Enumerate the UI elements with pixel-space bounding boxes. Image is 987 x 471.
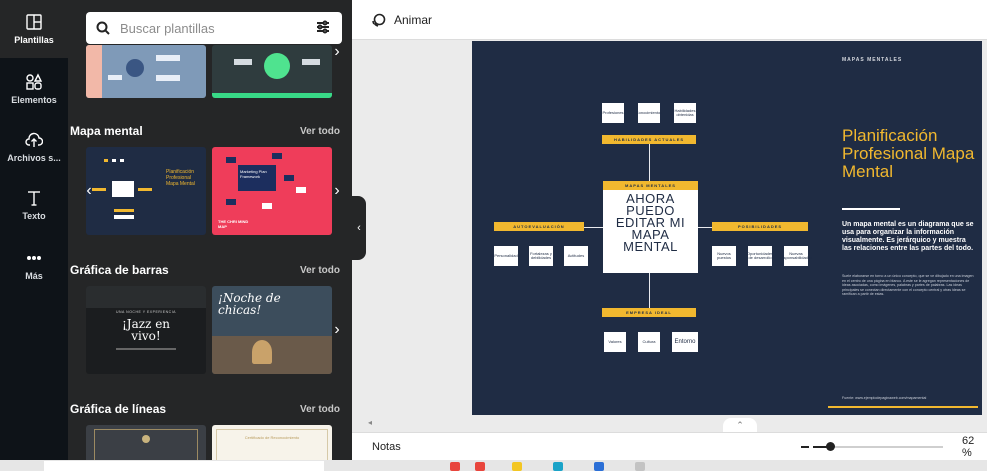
node-box[interactable]: Actitudes bbox=[564, 246, 588, 266]
taskbar-search[interactable] bbox=[44, 461, 324, 471]
branch-label[interactable]: EMPRESA IDEAL bbox=[602, 308, 696, 317]
top-toolbar: Animar bbox=[352, 0, 987, 40]
rail-item-label: Archivos s... bbox=[7, 153, 61, 163]
thumbnail-title: Marketing Plan Framework bbox=[240, 169, 267, 179]
template-thumbnail[interactable] bbox=[212, 45, 332, 98]
animate-label: Animar bbox=[394, 12, 433, 27]
template-thumbnail[interactable] bbox=[86, 45, 206, 98]
search-input[interactable] bbox=[120, 20, 316, 36]
search-icon bbox=[96, 21, 110, 35]
see-all-link[interactable]: Ver todo bbox=[300, 404, 340, 415]
node-box[interactable]: Personalidad bbox=[494, 246, 518, 266]
zoom-level[interactable]: 62 % bbox=[962, 435, 987, 459]
doc-description[interactable]: Un mapa mental es un diagrama que se usa… bbox=[842, 221, 974, 253]
node-box[interactable]: Nuevas responsabilidades bbox=[780, 246, 812, 266]
rail-item-label: Más bbox=[25, 271, 43, 281]
carousel-next-icon[interactable]: › bbox=[330, 181, 344, 201]
bottom-bar: Notas 62 % bbox=[352, 432, 987, 460]
rail-item-elements[interactable]: Elementos bbox=[0, 60, 68, 118]
rail-item-more[interactable]: Más bbox=[0, 236, 68, 294]
node-box[interactable]: Habilidades obtenidas bbox=[674, 103, 696, 123]
node-box[interactable]: Entorno bbox=[672, 332, 698, 352]
section-header: Mapa mental Ver todo bbox=[70, 124, 340, 138]
text-icon bbox=[25, 189, 43, 207]
node-box[interactable]: Oportunidades de desarrollo bbox=[747, 246, 773, 266]
section-title: Gráfica de barras bbox=[70, 263, 169, 277]
thumbnail-title: Certificado de Reconocimiento bbox=[244, 435, 300, 440]
section-header: Gráfica de barras Ver todo bbox=[70, 263, 340, 277]
rail-item-label: Plantillas bbox=[14, 35, 54, 45]
node-box[interactable]: Fortalezas y debilidades bbox=[529, 246, 553, 266]
template-thumbnail-night[interactable]: ¡Noche de chicas! bbox=[212, 286, 332, 374]
thumbnail-title: ¡Noche de chicas! bbox=[218, 291, 281, 317]
section-title: Mapa mental bbox=[70, 124, 143, 138]
search-bar bbox=[86, 12, 342, 44]
rail-item-text[interactable]: Texto bbox=[0, 176, 68, 234]
doc-title[interactable]: Planificación Profesional Mapa Mental bbox=[842, 127, 977, 181]
center-text-line: MENTAL bbox=[623, 239, 678, 254]
carousel-prev-icon[interactable]: ‹ bbox=[82, 181, 96, 201]
zoom-minus-icon bbox=[801, 446, 809, 448]
section-title: Gráfica de líneas bbox=[70, 402, 167, 416]
rail-item-label: Texto bbox=[22, 211, 46, 221]
branch-label[interactable]: AUTOEVALUACIÓN bbox=[494, 222, 584, 231]
taskbar-app-icon[interactable] bbox=[635, 462, 645, 471]
carousel-next-icon[interactable]: › bbox=[330, 42, 344, 62]
taskbar-app-icon[interactable] bbox=[553, 462, 563, 471]
thumbnail-footer: THE CHRI MIND MAP bbox=[218, 219, 249, 229]
chevron-up-icon[interactable]: ⌃ bbox=[723, 418, 757, 432]
rail-item-label: Elementos bbox=[11, 95, 57, 105]
collapse-panel-handle[interactable]: ‹ bbox=[352, 196, 366, 260]
rail-item-uploads[interactable]: Archivos s... bbox=[0, 118, 68, 176]
taskbar-app-icon[interactable] bbox=[594, 462, 604, 471]
notes-button[interactable]: Notas bbox=[372, 441, 401, 453]
zoom-slider-handle[interactable] bbox=[826, 442, 836, 451]
canvas-area: Profesiones Conocimientos Habilidades ob… bbox=[366, 40, 987, 418]
branch-label[interactable]: HABILIDADES ACTUALES bbox=[602, 135, 696, 144]
template-thumbnail-jazz[interactable]: UNA NOCHE Y EXPERIENCIA ¡Jazz en vivo! bbox=[86, 286, 206, 374]
section-header: Gráfica de líneas Ver todo bbox=[70, 402, 340, 416]
taskbar-app-icon[interactable] bbox=[475, 462, 485, 471]
see-all-link[interactable]: Ver todo bbox=[300, 265, 340, 276]
node-box[interactable]: Valores bbox=[604, 332, 626, 352]
divider bbox=[828, 406, 978, 408]
doc-source[interactable]: Fuente: www.ejemplodepaginaweb.com/mapam… bbox=[842, 396, 972, 400]
center-text[interactable]: AHORA PUEDO EDITAR MI MAPA MENTAL bbox=[603, 192, 698, 254]
thumbnail-kicker: UNA NOCHE Y EXPERIENCIA bbox=[116, 310, 176, 314]
rail-item-templates[interactable]: Plantillas bbox=[0, 0, 68, 58]
templates-icon bbox=[25, 13, 43, 31]
scroll-left-icon[interactable]: ◂ bbox=[368, 418, 372, 427]
doc-header-label[interactable]: MAPAS MENTALES bbox=[842, 57, 902, 63]
see-all-link[interactable]: Ver todo bbox=[300, 126, 340, 137]
template-thumbnail-mind-map[interactable]: Planificación Profesional Mapa Mental bbox=[86, 147, 206, 235]
design-page[interactable]: Profesiones Conocimientos Habilidades ob… bbox=[472, 41, 982, 415]
thumbnail-title: ¡Jazz en vivo! bbox=[121, 317, 171, 343]
branch-label[interactable]: POSIBILIDADES bbox=[712, 222, 808, 231]
doc-body[interactable]: Suele elaborarse en torno a un único con… bbox=[842, 274, 974, 297]
animate-icon bbox=[372, 13, 386, 27]
elements-icon bbox=[25, 73, 43, 91]
thumbnail-title: Planificación Profesional Mapa Mental bbox=[166, 169, 195, 187]
more-icon bbox=[25, 249, 43, 267]
left-rail: Plantillas Elementos Archivos s... Texto… bbox=[0, 0, 68, 460]
filter-icon[interactable] bbox=[316, 20, 332, 36]
carousel-next-icon[interactable]: › bbox=[330, 320, 344, 340]
node-box[interactable]: Conocimientos bbox=[636, 103, 662, 123]
connector-line bbox=[649, 273, 650, 311]
taskbar-app-icon[interactable] bbox=[512, 462, 522, 471]
taskbar-app-icon[interactable] bbox=[450, 462, 460, 471]
templates-panel: › Mapa mental Ver todo Planificación Pro… bbox=[68, 0, 352, 460]
connector-line bbox=[649, 144, 650, 181]
upload-cloud-icon bbox=[25, 131, 44, 149]
center-label[interactable]: MAPAS MENTALES bbox=[603, 181, 698, 190]
divider bbox=[842, 208, 900, 210]
template-thumbnail-marketing[interactable]: Marketing Plan Framework THE CHRI MIND M… bbox=[212, 147, 332, 235]
node-box[interactable]: Profesiones bbox=[602, 103, 624, 123]
template-thumbnail-recognition[interactable]: Certificado de Reconocimiento bbox=[212, 425, 332, 460]
node-box[interactable]: Nuevos puestos bbox=[712, 246, 736, 266]
node-box[interactable]: Cultura bbox=[638, 332, 660, 352]
animate-button[interactable]: Animar bbox=[372, 13, 432, 27]
template-thumbnail-certificate[interactable] bbox=[86, 425, 206, 460]
canva-editor: Plantillas Elementos Archivos s... Texto… bbox=[0, 0, 987, 471]
